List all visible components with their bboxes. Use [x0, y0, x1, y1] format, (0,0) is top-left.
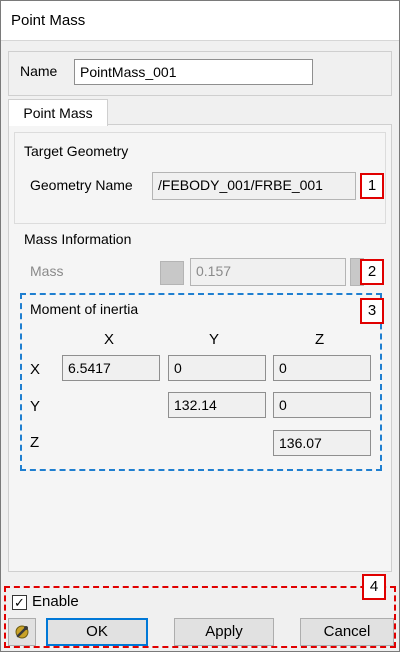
- enable-checkbox[interactable]: ✓: [12, 595, 27, 610]
- inertia-xy-field[interactable]: 0: [168, 355, 266, 381]
- row-header-x: X: [30, 361, 41, 378]
- callout-4: 4: [362, 574, 386, 600]
- title-bar: Point Mass: [1, 1, 399, 41]
- inertia-zz-field[interactable]: 136.07: [273, 430, 371, 456]
- cancel-button[interactable]: Cancel: [300, 618, 394, 646]
- column-header-z: Z: [315, 331, 325, 348]
- geometry-name-label: Geometry Name: [30, 177, 133, 193]
- mass-field[interactable]: 0.157: [190, 258, 346, 286]
- column-header-x: X: [104, 331, 115, 348]
- callout-3: 3: [360, 298, 384, 324]
- inertia-yy-field[interactable]: 132.14: [168, 392, 266, 418]
- window-title: Point Mass: [11, 12, 86, 29]
- moment-of-inertia-header: Moment of inertia: [30, 301, 139, 317]
- settings-tool-button[interactable]: [8, 618, 36, 646]
- enable-label: Enable: [32, 593, 79, 610]
- ok-button[interactable]: OK: [46, 618, 148, 646]
- mass-information-header: Mass Information: [24, 231, 132, 247]
- name-input[interactable]: PointMass_001: [74, 59, 313, 85]
- apply-button[interactable]: Apply: [174, 618, 274, 646]
- mass-color-swatch: [160, 261, 184, 285]
- row-header-z: Z: [30, 434, 40, 451]
- mass-label: Mass: [30, 263, 64, 279]
- inertia-xx-field[interactable]: 6.5417: [62, 355, 160, 381]
- name-label: Name: [20, 63, 58, 79]
- inertia-yz-field[interactable]: 0: [273, 392, 371, 418]
- inertia-xz-field[interactable]: 0: [273, 355, 371, 381]
- row-header-y: Y: [30, 398, 41, 415]
- callout-1: 1: [360, 173, 384, 199]
- tab-point-mass[interactable]: Point Mass: [8, 99, 108, 126]
- callout-2: 2: [360, 259, 384, 285]
- geometry-name-field[interactable]: /FEBODY_001/FRBE_001: [152, 172, 356, 200]
- target-geometry-header: Target Geometry: [24, 143, 129, 159]
- column-header-y: Y: [209, 331, 220, 348]
- wrench-icon: [15, 625, 29, 639]
